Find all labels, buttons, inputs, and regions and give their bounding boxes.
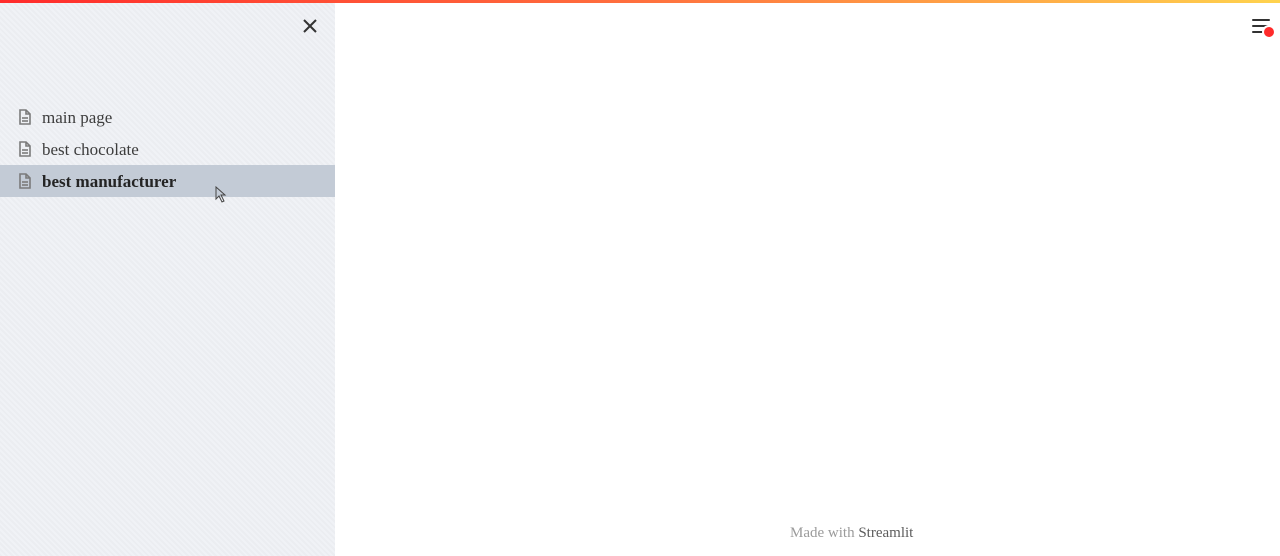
footer-brand[interactable]: Streamlit xyxy=(858,525,913,541)
sidebar: main page best chocolate best manufactur… xyxy=(0,3,335,556)
sidebar-item-best-chocolate[interactable]: best chocolate xyxy=(0,133,335,165)
sidebar-item-main-page[interactable]: main page xyxy=(0,101,335,133)
document-icon xyxy=(18,141,32,157)
sidebar-item-best-manufacturer[interactable]: best manufacturer xyxy=(0,165,335,197)
footer: Made with Streamlit xyxy=(790,525,913,542)
close-sidebar-button[interactable] xyxy=(297,15,323,41)
running-status-indicator xyxy=(1264,27,1274,37)
sidebar-item-label: best chocolate xyxy=(42,141,139,158)
top-right-controls xyxy=(1252,19,1270,41)
main-content: Made with Streamlit xyxy=(335,3,1280,556)
sidebar-item-label: main page xyxy=(42,109,112,126)
sidebar-nav: main page best chocolate best manufactur… xyxy=(0,101,335,197)
sidebar-item-label: best manufacturer xyxy=(42,173,176,190)
close-icon xyxy=(302,18,318,39)
document-icon xyxy=(18,109,32,125)
footer-made-with: Made with xyxy=(790,525,858,541)
document-icon xyxy=(18,173,32,189)
